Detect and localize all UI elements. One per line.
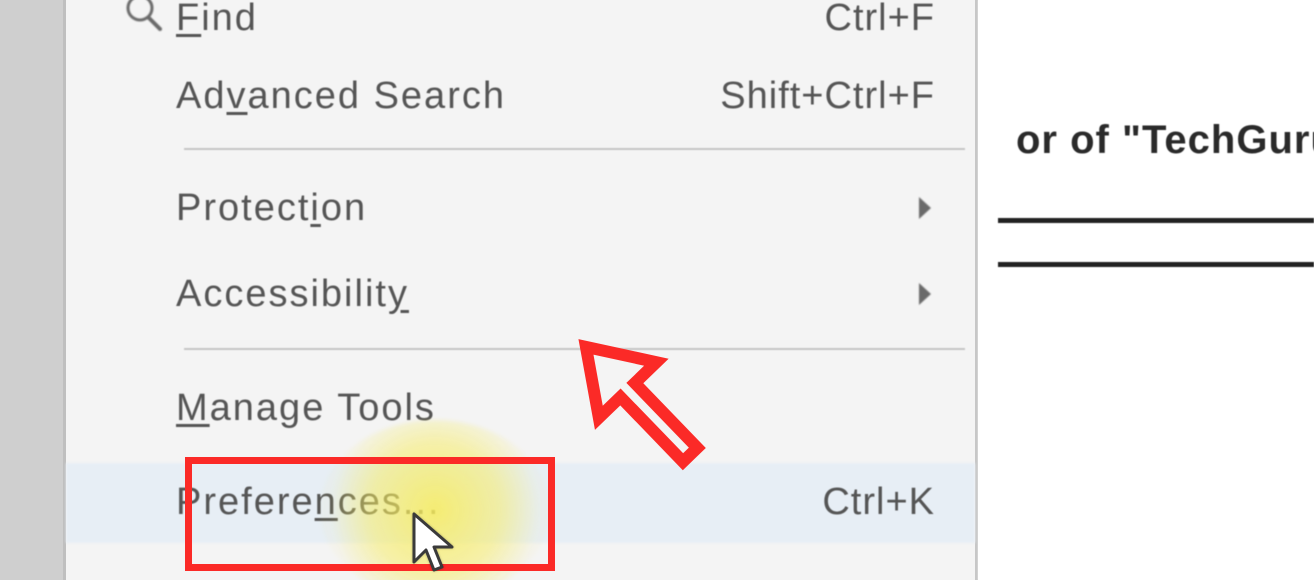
submenu-arrow-icon	[917, 281, 935, 307]
menu-item-protection[interactable]: Protection	[66, 172, 975, 244]
menu-item-protection-label: Protection	[176, 187, 367, 230]
menu-item-preferences[interactable]: Preferences... Ctrl+K	[66, 466, 975, 538]
document-visible-text: or of "TechGuru	[1016, 118, 1314, 163]
document-rule-line	[998, 218, 1314, 223]
document-rule-line	[998, 262, 1314, 267]
menu-item-accessibility[interactable]: Accessibility	[66, 258, 975, 330]
menu-divider	[184, 348, 965, 350]
submenu-arrow-icon	[917, 195, 935, 221]
menu-item-advanced-search-label: Advanced Search	[176, 75, 506, 118]
dropdown-menu-panel: Find Ctrl+F Advanced Search Shift+Ctrl+F…	[66, 0, 978, 580]
menu-item-manage-tools[interactable]: Manage Tools	[66, 372, 975, 444]
menu-divider	[184, 148, 965, 150]
menu-item-preferences-shortcut: Ctrl+K	[822, 481, 935, 524]
menu-item-find[interactable]: Find Ctrl+F	[66, 0, 975, 36]
document-background: or of "TechGuru	[978, 0, 1314, 580]
app-window-gutter	[0, 0, 66, 580]
menu-item-advanced-search-shortcut: Shift+Ctrl+F	[720, 75, 935, 118]
search-icon	[120, 0, 168, 45]
menu-item-find-shortcut: Ctrl+F	[825, 0, 936, 40]
menu-item-manage-tools-label: Manage Tools	[176, 387, 436, 430]
menu-item-advanced-search[interactable]: Advanced Search Shift+Ctrl+F	[66, 60, 975, 132]
menu-item-find-label: Find	[176, 0, 258, 40]
menu-item-preferences-label: Preferences...	[176, 481, 441, 524]
menu-item-accessibility-label: Accessibility	[176, 273, 409, 316]
